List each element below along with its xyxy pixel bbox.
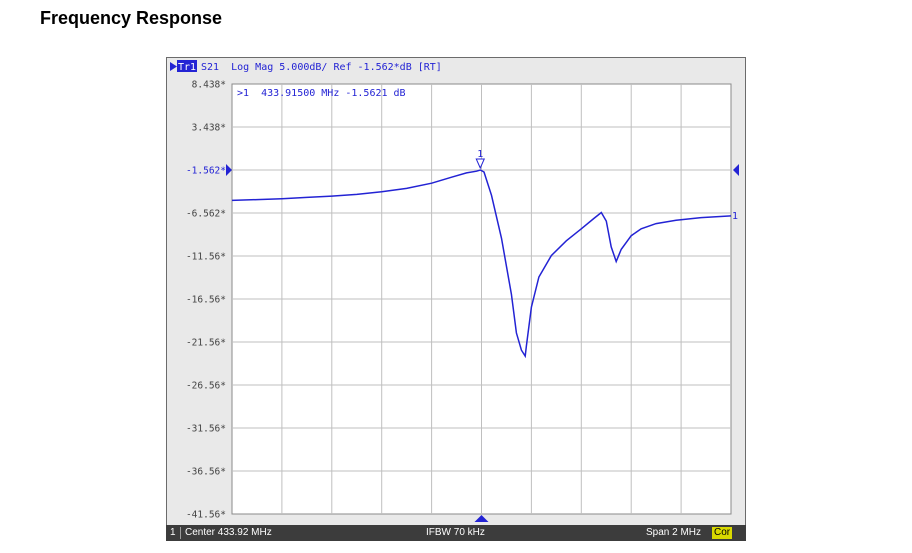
center-frequency-indicator-icon [474, 515, 489, 522]
reference-level-right-arrow-icon[interactable] [733, 164, 739, 176]
trace-tag[interactable]: Tr1 [178, 62, 196, 73]
page-title: Frequency Response [40, 8, 223, 28]
status-bar: 1 Center 433.92 MHz IFBW 70 kHz Span 2 M… [166, 525, 746, 541]
correction-badge[interactable]: Cor [712, 527, 733, 539]
status-divider [180, 527, 181, 539]
frequency-response-chart: Tr1 S21 Log Mag 5.000dB/ Ref -1.562*dB [… [170, 60, 739, 522]
y-tick-label: 8.438* [192, 80, 226, 91]
ifbw-setting[interactable]: IFBW 70 kHz [426, 527, 485, 538]
y-tick-label: -6.562* [186, 209, 226, 220]
y-tick-label: -16.56* [186, 295, 226, 306]
trace-end-label: 1 [732, 211, 738, 222]
trace-header-text: S21 Log Mag 5.000dB/ Ref -1.562*dB [RT] [201, 62, 442, 73]
active-trace-arrow-icon [170, 62, 177, 71]
y-tick-label: 3.438* [192, 123, 226, 134]
y-tick-label: -21.56* [186, 338, 226, 349]
y-tick-label: -11.56* [186, 252, 226, 263]
center-frequency[interactable]: Center 433.92 MHz [185, 527, 272, 538]
marker-1-label: 1 [477, 149, 483, 160]
reference-level-left-arrow-icon[interactable] [226, 164, 232, 176]
y-tick-label: -1.562* [186, 166, 226, 177]
y-tick-label: -26.56* [186, 381, 226, 392]
y-tick-labels: 8.438* 3.438* -1.562* -6.562* -11.56* -16.56*… [186, 80, 226, 521]
channel-number[interactable]: 1 [170, 527, 176, 538]
analyzer-display: Tr1 S21 Log Mag 5.000dB/ Ref -1.562*dB [… [166, 57, 746, 541]
y-tick-label: -41.56* [186, 510, 226, 521]
marker-readout: >1 433.91500 MHz -1.5621 dB [237, 88, 406, 99]
y-tick-label: -31.56* [186, 424, 226, 435]
span-setting[interactable]: Span 2 MHz [646, 527, 701, 538]
y-tick-label: -36.56* [186, 467, 226, 478]
